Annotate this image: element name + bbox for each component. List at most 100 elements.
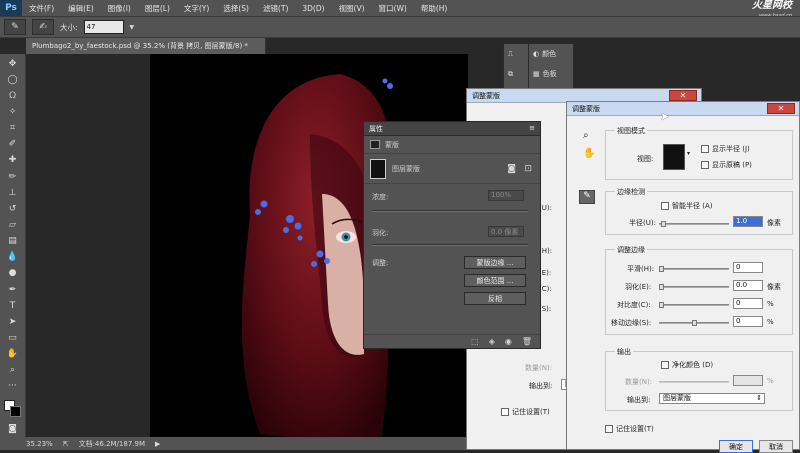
shape-tool-icon[interactable]: ▭ [3, 330, 23, 345]
marquee-tool-icon[interactable]: ◯ [3, 72, 23, 87]
document-tab[interactable]: Plumbago2_by_faestock.psd @ 35.2% (背景 拷贝… [26, 38, 266, 54]
add-vector-mask-icon[interactable]: ⊡ [524, 164, 532, 174]
smooth-input[interactable]: 0 [733, 262, 763, 273]
zoom-tool-icon[interactable]: ⌕ [3, 363, 23, 378]
hand-tool-icon[interactable]: ✋ [583, 148, 595, 159]
quick-mask-icon[interactable]: ◙ [3, 422, 23, 437]
contrast-slider-knob[interactable] [659, 302, 664, 308]
show-original-checkbox[interactable] [701, 161, 709, 169]
crop-tool-icon[interactable]: ⌗ [3, 121, 23, 136]
density-value[interactable]: 100% [488, 190, 524, 201]
refine-brush-icon[interactable]: ✍ [32, 19, 54, 35]
feather-value[interactable]: 0.0 像素 [488, 226, 524, 237]
feather-slider[interactable] [659, 284, 729, 290]
radius-input[interactable]: 1.0 [733, 216, 763, 227]
radius-slider-knob[interactable] [661, 221, 666, 227]
smart-radius-option[interactable]: 智能半径 (A) [661, 201, 712, 211]
output-to-select[interactable]: 图层蒙版 ⇕ [659, 393, 765, 404]
contrast-slider[interactable] [659, 302, 729, 308]
status-arrow-icon[interactable]: ▶ [155, 440, 160, 448]
feather-input[interactable]: 0.0 [733, 280, 763, 291]
menu-view[interactable]: 视图(V) [332, 3, 372, 14]
menu-3d[interactable]: 3D(D) [295, 4, 331, 13]
eyedropper-tool-icon[interactable]: ✐ [3, 137, 23, 152]
healing-tool-icon[interactable]: ✚ [3, 153, 23, 168]
contrast-label: 对比度(C): [617, 301, 651, 309]
menu-type[interactable]: 文字(Y) [177, 3, 216, 14]
menu-window[interactable]: 窗口(W) [372, 3, 414, 14]
ok-button[interactable]: 确定 [719, 440, 753, 453]
eraser-tool-icon[interactable]: ▱ [3, 217, 23, 232]
smooth-slider[interactable] [659, 266, 729, 272]
menu-edit[interactable]: 编辑(E) [61, 3, 101, 14]
show-radius-checkbox[interactable] [701, 145, 709, 153]
remember-setting[interactable]: 记住设置(T) [605, 424, 654, 434]
shift-edge-input[interactable]: 0 [733, 316, 763, 327]
cancel-button[interactable]: 取消 [759, 440, 793, 453]
smooth-slider-knob[interactable] [659, 266, 664, 272]
show-original-option[interactable]: 显示原稿 (P) [701, 160, 752, 170]
type-tool-icon[interactable]: T [3, 298, 23, 313]
menu-help[interactable]: 帮助(H) [414, 3, 455, 14]
decontaminate-option[interactable]: 净化颜色 (D) [661, 360, 713, 370]
stamp-tool-icon[interactable]: ⊥ [3, 185, 23, 200]
invert-button[interactable]: 反相 [464, 292, 526, 305]
brush-preset-icon[interactable]: ✎ [4, 19, 26, 35]
brush-tool-icon[interactable]: ✏ [3, 169, 23, 184]
background-color[interactable] [9, 405, 21, 417]
size-input[interactable]: 47 [83, 20, 124, 34]
menu-image[interactable]: 图像(I) [101, 3, 138, 14]
blur-tool-icon[interactable]: 💧 [3, 250, 23, 265]
color-range-button[interactable]: 颜色范围 ... [464, 274, 526, 287]
size-dropdown-icon[interactable]: ▼ [130, 24, 135, 31]
refine-radius-tool-icon[interactable]: ✎ [579, 190, 595, 204]
export-icon[interactable]: ⇱ [63, 440, 69, 448]
history-panel-icon[interactable]: ⎍ [504, 44, 528, 64]
more-tools-icon[interactable]: ··· [3, 379, 23, 394]
menu-select[interactable]: 选择(S) [216, 3, 256, 14]
swatches-panel-tab[interactable]: ▦ 色板 [529, 64, 573, 84]
contrast-input[interactable]: 0 [733, 298, 763, 309]
apply-mask-icon[interactable]: ◈ [489, 337, 495, 346]
view-dropdown-icon[interactable]: ▾ [687, 150, 690, 157]
zoom-level[interactable]: 35.23% [26, 440, 53, 448]
gradient-tool-icon[interactable]: ▤ [3, 234, 23, 249]
visibility-icon[interactable]: ◉ [505, 337, 512, 346]
show-radius-option[interactable]: 显示半径 (J) [701, 144, 750, 154]
color-panel-tab[interactable]: ◐ 颜色 [529, 44, 573, 64]
history-brush-icon[interactable]: ↺ [3, 201, 23, 216]
trash-icon[interactable]: 🗑 [522, 337, 532, 346]
mask-thumbnail[interactable] [370, 158, 386, 179]
menu-layer[interactable]: 图层(L) [138, 3, 177, 14]
close-icon[interactable]: ✕ [767, 103, 795, 114]
density-slider[interactable] [372, 210, 528, 212]
bg-remember-setting[interactable]: 记住设置(T) [501, 407, 550, 417]
smart-radius-checkbox[interactable] [661, 202, 669, 210]
feather-slider-knob[interactable] [659, 284, 664, 290]
decontaminate-checkbox[interactable] [661, 361, 669, 369]
menu-file[interactable]: 文件(F) [22, 3, 61, 14]
paths-panel-icon[interactable]: ⧉ [504, 64, 528, 84]
shift-edge-slider-knob[interactable] [692, 320, 697, 326]
move-tool-icon[interactable]: ✥ [3, 56, 23, 71]
pen-tool-icon[interactable]: ✒ [3, 282, 23, 297]
quick-select-tool-icon[interactable]: ✧ [3, 104, 23, 119]
load-selection-icon[interactable]: ⬚ [471, 337, 479, 346]
lasso-tool-icon[interactable]: ᘯ [3, 88, 23, 103]
add-pixel-mask-icon[interactable]: ◙ [507, 164, 516, 174]
menu-filter[interactable]: 滤镜(T) [256, 3, 295, 14]
zoom-tool-icon[interactable]: ⌕ [583, 130, 589, 141]
panel-menu-icon[interactable]: ≡ [529, 124, 535, 132]
color-swatches[interactable] [3, 399, 23, 418]
view-thumbnail[interactable] [663, 144, 685, 170]
bg-close-icon[interactable]: ✕ [669, 90, 697, 101]
remember-checkbox[interactable] [605, 425, 613, 433]
bg-remember-checkbox[interactable] [501, 408, 509, 416]
radius-slider[interactable] [659, 221, 729, 227]
dodge-tool-icon[interactable]: ● [3, 266, 23, 281]
mask-edge-button[interactable]: 蒙版边缘 ... [464, 256, 526, 269]
shift-edge-slider[interactable] [659, 320, 729, 326]
hand-tool-icon[interactable]: ✋ [3, 347, 23, 362]
path-select-icon[interactable]: ➤ [3, 314, 23, 329]
feather-slider[interactable] [372, 244, 528, 246]
